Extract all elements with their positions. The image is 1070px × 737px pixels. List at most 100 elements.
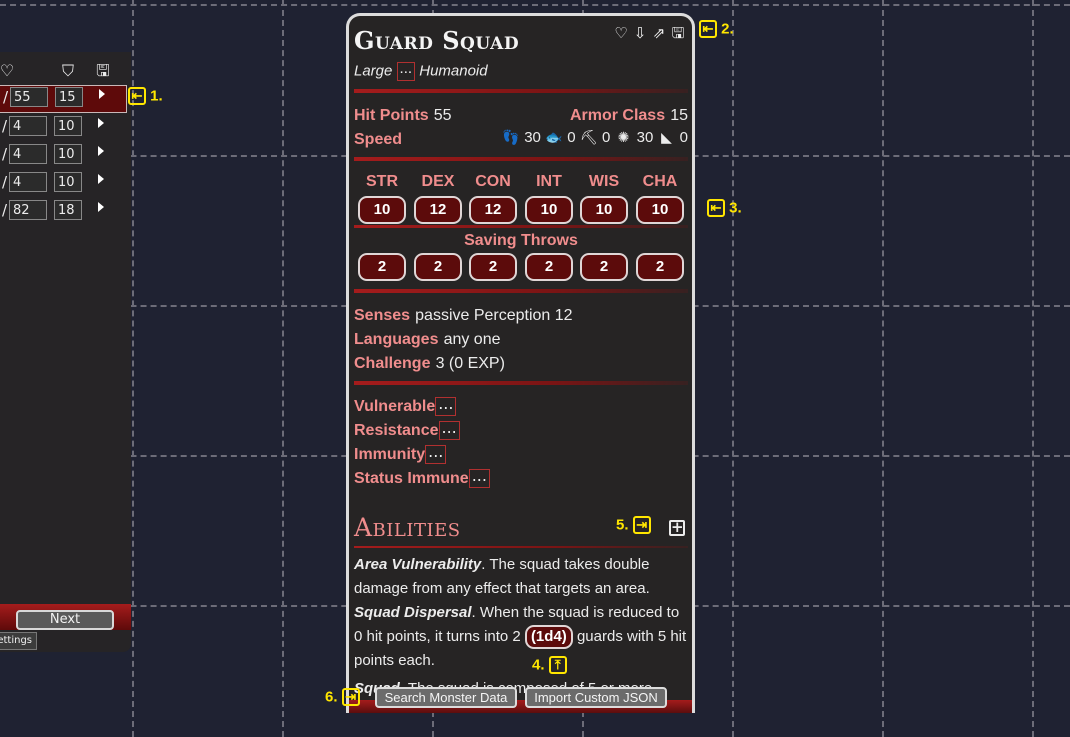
import-icon[interactable]: ⇩ bbox=[631, 24, 649, 42]
expand-arrow-icon[interactable] bbox=[99, 89, 105, 99]
grid-line bbox=[1032, 0, 1034, 737]
ac-label: Armor Class bbox=[569, 107, 666, 124]
stat-value-wis[interactable]: 10 bbox=[580, 196, 628, 224]
monster-title[interactable]: Guard Squad bbox=[354, 26, 519, 55]
resistance-row: Resistance... bbox=[354, 420, 460, 440]
shield-icon: ⛉ bbox=[61, 61, 74, 80]
expand-arrow-icon[interactable] bbox=[98, 174, 104, 184]
swim-icon: 🐟 bbox=[545, 129, 563, 145]
stat-value-str[interactable]: 10 bbox=[358, 196, 406, 224]
settings-tab[interactable]: Settings bbox=[0, 632, 37, 650]
expand-arrow-icon[interactable] bbox=[98, 202, 104, 212]
stat-header-cha: CHA bbox=[642, 173, 678, 190]
next-button[interactable]: Next bbox=[16, 610, 114, 630]
divider bbox=[354, 546, 688, 548]
hp-label: Hit Points bbox=[354, 107, 429, 124]
hp-max-field[interactable]: 82 bbox=[9, 200, 47, 220]
resistance-ellipsis[interactable]: ... bbox=[438, 420, 460, 440]
speed-row: Speed bbox=[354, 129, 402, 149]
vulnerable-row: Vulnerable... bbox=[354, 396, 457, 416]
challenge-row: Challenge 3 (0 EXP) bbox=[354, 353, 505, 373]
stat-value-int[interactable]: 10 bbox=[525, 196, 573, 224]
ac-field[interactable]: 18 bbox=[54, 200, 82, 220]
languages-row: Languages any one bbox=[354, 329, 501, 349]
ability-name: Squad Dispersal bbox=[354, 604, 472, 621]
heart-icon[interactable]: ♡ bbox=[612, 24, 630, 42]
stat-value-dex[interactable]: 12 bbox=[414, 196, 462, 224]
grid-line bbox=[0, 4, 1070, 6]
initiative-row[interactable]: / 4 10 bbox=[0, 143, 125, 167]
vulnerable-ellipsis[interactable]: ... bbox=[435, 396, 457, 416]
expand-arrow-icon[interactable] bbox=[98, 146, 104, 156]
dice-roll-button[interactable]: (1d4) bbox=[524, 625, 573, 649]
grid-line bbox=[732, 0, 734, 737]
arrow-left-icon: ⇤ bbox=[699, 20, 717, 39]
import-json-button[interactable]: Import Custom JSON bbox=[525, 687, 667, 708]
ac-field[interactable]: 10 bbox=[54, 144, 82, 164]
heart-icon: ♡ bbox=[0, 61, 15, 80]
save-value-con[interactable]: 2 bbox=[469, 253, 517, 281]
walk-icon: 👣 bbox=[502, 129, 520, 145]
hp-separator: / bbox=[2, 117, 8, 135]
hp-max-field[interactable]: 4 bbox=[9, 116, 47, 136]
hp-max-field[interactable]: 55 bbox=[10, 87, 48, 107]
card-toolbar: ♡ ⇩ ⇗ 🖫 bbox=[612, 23, 688, 42]
arrow-left-icon: ⇤ bbox=[128, 87, 146, 106]
divider bbox=[354, 89, 688, 93]
initiative-row[interactable]: / 82 18 bbox=[0, 199, 125, 223]
alignment-ellipsis[interactable]: ... bbox=[396, 61, 416, 81]
size-text[interactable]: Large bbox=[354, 62, 392, 79]
add-ability-icon[interactable]: + bbox=[669, 520, 685, 536]
challenge-value[interactable]: 3 (0 EXP) bbox=[436, 355, 505, 372]
immunity-row: Immunity... bbox=[354, 444, 447, 464]
divider bbox=[354, 225, 688, 228]
initiative-row[interactable]: / 4 10 bbox=[0, 115, 125, 139]
ac-field[interactable]: 15 bbox=[55, 87, 83, 107]
stat-value-cha[interactable]: 10 bbox=[636, 196, 684, 224]
type-text[interactable]: Humanoid bbox=[419, 62, 487, 79]
ac-value[interactable]: 15 bbox=[670, 107, 688, 124]
search-monster-button[interactable]: Search Monster Data bbox=[375, 687, 517, 708]
save-value-cha[interactable]: 2 bbox=[636, 253, 684, 281]
ability-entry[interactable]: Squad Dispersal. When the squad is reduc… bbox=[354, 601, 688, 673]
hp-separator: / bbox=[2, 145, 8, 163]
vulnerable-label: Vulnerable bbox=[354, 398, 436, 415]
burrow-speed[interactable]: 0 bbox=[680, 129, 688, 146]
fly-speed[interactable]: 30 bbox=[637, 129, 654, 146]
callout-6: 6. ⇥ bbox=[325, 688, 360, 707]
ac-field[interactable]: 10 bbox=[54, 172, 82, 192]
stat-value-con[interactable]: 12 bbox=[469, 196, 517, 224]
climb-speed[interactable]: 0 bbox=[602, 129, 610, 146]
status-immune-ellipsis[interactable]: ... bbox=[468, 468, 490, 488]
initiative-row[interactable]: / 4 10 bbox=[0, 171, 125, 195]
stat-header-str: STR bbox=[366, 173, 398, 190]
initiative-footer: Next Settings bbox=[0, 604, 131, 652]
stat-header-con: CON bbox=[475, 173, 511, 190]
immunity-ellipsis[interactable]: ... bbox=[425, 444, 447, 464]
hp-max-field[interactable]: 4 bbox=[9, 144, 47, 164]
save-value-dex[interactable]: 2 bbox=[414, 253, 462, 281]
save-value-wis[interactable]: 2 bbox=[580, 253, 628, 281]
ac-field[interactable]: 10 bbox=[54, 116, 82, 136]
initiative-row[interactable]: / 55 15 bbox=[0, 85, 127, 113]
save-value-int[interactable]: 2 bbox=[525, 253, 573, 281]
save-value-str[interactable]: 2 bbox=[358, 253, 406, 281]
ability-entry[interactable]: Area Vulnerability. The squad takes doub… bbox=[354, 553, 688, 601]
stat-block-card: Guard Squad ♡ ⇩ ⇗ 🖫 Large ... Humanoid Hit … bbox=[346, 13, 695, 713]
save-icon: 🖫 bbox=[96, 61, 110, 80]
initiative-panel: ♡ ⛉ 🖫 / 55 15 / 4 10 / 4 10 / 4 10 / 82 … bbox=[0, 52, 131, 652]
callout-1: ⇤ 1. bbox=[128, 87, 163, 106]
swim-speed[interactable]: 0 bbox=[567, 129, 575, 146]
senses-value[interactable]: passive Perception 12 bbox=[415, 307, 572, 324]
arrow-right-icon: ⇥ bbox=[341, 688, 360, 707]
hp-max-field[interactable]: 4 bbox=[9, 172, 47, 192]
senses-row: Senses passive Perception 12 bbox=[354, 305, 573, 325]
export-icon[interactable]: ⇗ bbox=[650, 24, 668, 42]
arrow-right-icon: ⇥ bbox=[632, 516, 651, 535]
languages-value[interactable]: any one bbox=[444, 331, 501, 348]
expand-arrow-icon[interactable] bbox=[98, 118, 104, 128]
hp-value[interactable]: 55 bbox=[434, 107, 452, 124]
ability-name: Area Vulnerability bbox=[354, 556, 482, 573]
save-icon[interactable]: 🖫 bbox=[669, 24, 687, 42]
walk-speed[interactable]: 30 bbox=[524, 129, 541, 146]
